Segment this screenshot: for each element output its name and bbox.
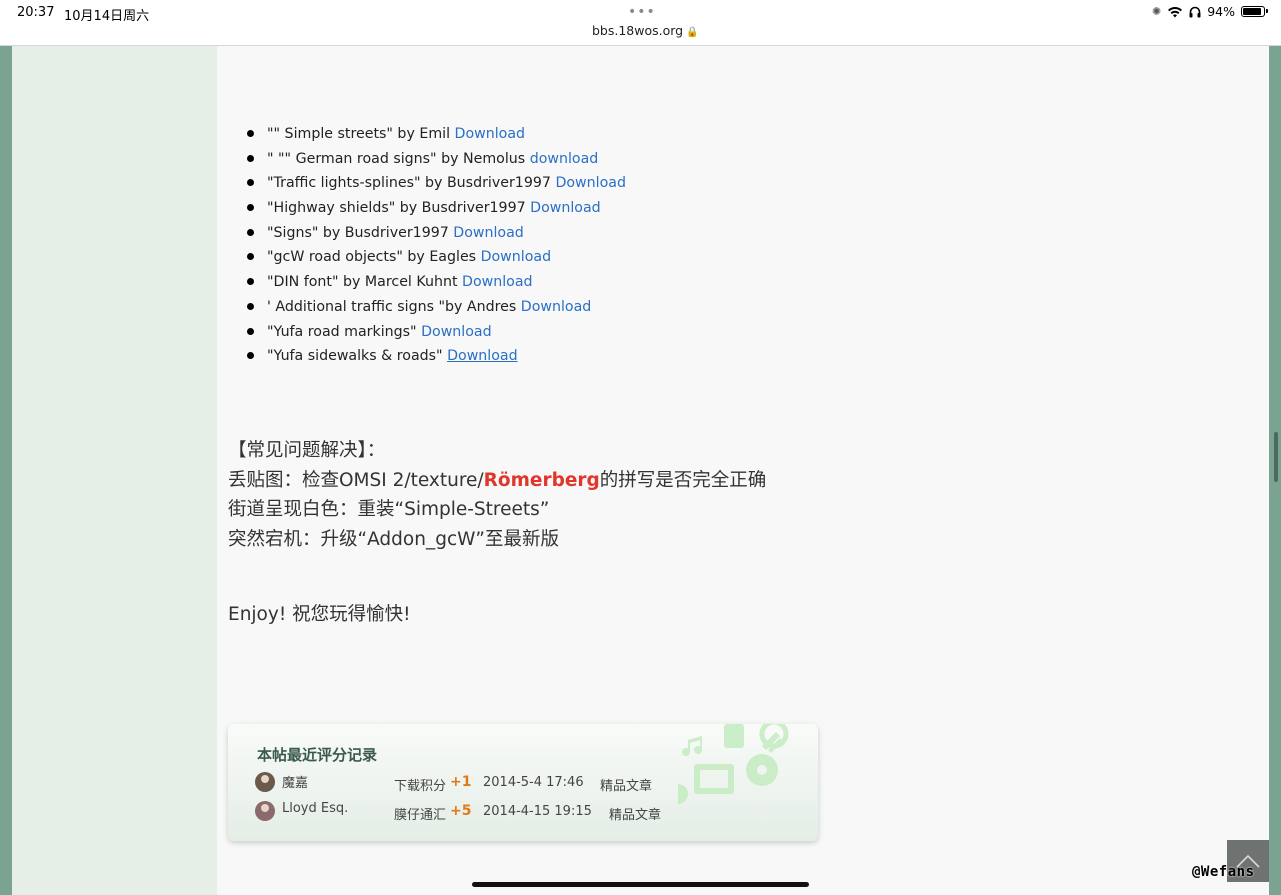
list-item: "Yufa road markings" Download [229,320,626,345]
wifi-icon [1168,6,1183,17]
rating-log-card: 本帖最近评分记录 魔嘉 下载积分 +1 2014-5-4 17:46 精品文章 … [228,724,818,841]
url-text: bbs.18wos.org [592,23,684,38]
closing-text: Enjoy! 祝您玩得愉快! [228,604,411,625]
page-edge [0,46,12,895]
clock: 20:37 [17,5,55,20]
list-item: "Signs" by Busdriver1997 Download [229,221,626,246]
rating-user[interactable]: 魔嘉 [282,772,308,791]
download-link[interactable]: Download [447,348,518,364]
avatar[interactable] [255,772,275,792]
avatar[interactable] [255,801,275,821]
battery-icon [1241,6,1268,17]
headphones-icon [1189,6,1201,17]
list-item: " "" German road signs" by Nemolus downl… [229,147,626,172]
download-link[interactable]: Download [453,225,524,241]
item-text: "" Simple streets" by Emil [267,126,455,142]
download-link[interactable]: Download [521,299,592,315]
download-link[interactable]: Download [555,175,626,191]
download-link[interactable]: Download [481,249,552,265]
left-sidebar [0,46,217,895]
rating-reason: 精品文章 [600,779,653,794]
loading-icon: ✺ [1151,5,1162,18]
rating-score: +1 [450,774,472,790]
battery-percent: 94% [1207,4,1235,19]
list-item: "Yufa sidewalks & roads" Download [229,344,626,369]
rating-log-title: 本帖最近评分记录 [257,746,378,764]
item-text: ' Additional traffic signs "by Andres [267,298,521,315]
item-text: " "" German road signs" by Nemolus [267,150,530,167]
item-text: "DIN font" by Marcel Kuhnt [267,274,463,291]
download-link[interactable]: Download [455,126,526,142]
download-link[interactable]: Download [462,274,533,290]
scrollbar-thumb[interactable] [1274,432,1278,482]
faq-line-crash: 突然宕机：升级“Addon_gcW”至最新版 [228,528,559,550]
faq-line-white-streets: 街道呈现白色：重装“Simple-Streets” [228,499,550,520]
rating-time: 2014-5-4 17:46 [483,775,584,790]
item-text: "gcW road objects" by Eagles [267,249,481,266]
faq-line1-prefix: 丢贴图：检查OMSI 2/texture/ [228,469,484,491]
rating-time: 2014-4-15 19:15 [483,804,592,819]
item-text: "Yufa road markings" [267,323,422,340]
date: 10月14日周六 [64,9,150,24]
rating-score: +5 [450,803,472,819]
faq-line1-suffix: 的拼写是否完全正确 [599,469,767,491]
item-text: "Yufa sidewalks & roads" [267,348,448,365]
watermark: @Wefans [1192,864,1255,880]
download-link[interactable]: Download [530,200,601,216]
list-item: ' Additional traffic signs "by Andres Do… [229,295,626,320]
home-indicator[interactable] [472,882,809,887]
download-link[interactable]: download [530,151,599,167]
list-item: "" Simple streets" by Emil Download [229,122,626,147]
address-bar[interactable]: bbs.18wos.org 🔒 [592,23,699,38]
item-text: "Traffic lights-splines" by Busdriver199… [267,175,556,192]
faq-line-missing-textures: 丢贴图：检查OMSI 2/texture/Römerberg的拼写是否完全正确 [228,466,766,496]
list-item: "DIN font" by Marcel Kuhnt Download [229,270,626,295]
list-item: "Traffic lights-splines" by Busdriver199… [229,171,626,196]
rating-category: 膜仔通汇 [394,808,447,823]
faq-heading: 【常见问题解决】： [228,440,386,461]
list-item: "Highway shields" by Busdriver1997 Downl… [229,196,626,221]
item-text: "Signs" by Busdriver1997 [267,224,454,241]
more-dots-icon[interactable]: ••• [628,4,656,20]
rating-user[interactable]: Lloyd Esq. [282,801,348,816]
lock-icon: 🔒 [686,27,699,38]
rating-reason: 精品文章 [609,808,662,823]
battery-fill [1243,8,1261,15]
faq-line1-highlight: Römerberg [483,469,600,491]
faq-section: 【常见问题解决】： 丢贴图：检查OMSI 2/texture/Römerberg… [228,436,766,554]
rating-category: 下载积分 [394,779,447,794]
download-list: "" Simple streets" by Emil Download " ""… [229,122,626,369]
item-text: "Highway shields" by Busdriver1997 [267,200,531,217]
status-icons: ✺ 94% [1151,4,1268,19]
list-item: "gcW road objects" by Eagles Download [229,245,626,270]
decorative-media-icons [678,724,789,804]
download-link[interactable]: Download [421,324,492,340]
status-bar: 20:37 10月14日周六 ••• bbs.18wos.org 🔒 ✺ 94% [0,0,1281,46]
